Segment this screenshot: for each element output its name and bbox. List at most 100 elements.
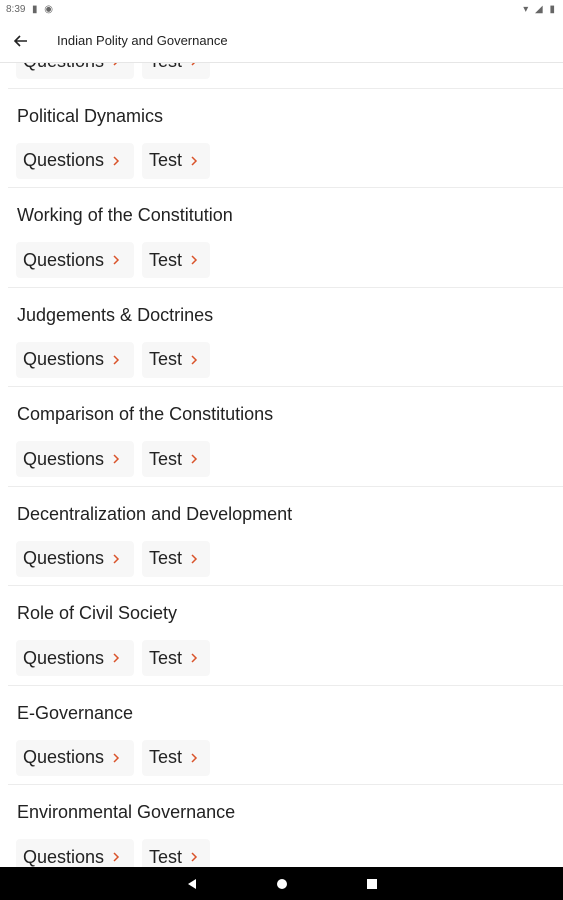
topic-title: Decentralization and Development [17,503,293,524]
chevron-wrap [112,155,120,167]
recents-square-icon [367,879,377,889]
test-label: Test [149,647,183,668]
questions-label: Questions [23,349,105,369]
questions-button[interactable]: Questions [16,839,134,867]
page-title: Indian Polity and Governance [57,33,228,48]
status-left-icons: ▮ ◉ [32,4,55,15]
chevron-right-icon [191,255,198,265]
test-label: Test [149,846,183,867]
test-label: Test [149,747,183,767]
questions-label: Questions [23,448,105,469]
chevron-wrap [112,553,120,565]
chevron-wrap [112,752,120,764]
questions-label: Questions [23,150,105,170]
home-circle-icon [277,879,287,889]
test-button[interactable]: Test [142,640,210,676]
chevron-wrap [112,254,120,266]
topic-item: Working of the Constitution Questions Te… [8,188,563,288]
chevron-right-icon [113,653,120,663]
app-bar: Indian Polity and Governance [0,20,563,63]
test-button[interactable]: Test [142,839,210,867]
questions-button[interactable]: Questions [16,640,134,676]
topic-item: Questions Test [8,63,563,89]
chevron-wrap [190,254,198,266]
nav-back-button[interactable] [182,874,202,894]
questions-button[interactable]: Questions [16,739,134,776]
questions-button[interactable]: Questions [16,341,134,378]
chevron-wrap [190,453,198,465]
topic-item: Comparison of the Constitutions Question… [8,387,563,487]
chevron-right-icon [113,255,120,265]
chevron-right-icon [191,852,198,862]
test-label: Test [149,548,183,568]
topic-title: Working of the Constitution [17,205,233,225]
sim-card-icon: ▮ [32,4,40,15]
chevron-right-icon [113,752,120,763]
chevron-right-icon [113,155,120,166]
chevron-wrap [112,652,120,664]
chevron-right-icon [191,553,198,564]
topic-title: Political Dynamics [17,105,164,126]
questions-button[interactable]: Questions [16,63,134,79]
chevron-wrap [190,63,198,67]
chevron-right-icon [191,63,196,66]
test-label: Test [149,150,183,170]
chevron-right-icon [113,454,120,464]
questions-label: Questions [23,846,105,867]
test-label: Test [149,63,182,72]
chevron-wrap [190,652,198,664]
topic-item: Environmental Governance Questions Test [8,785,563,867]
status-time: 8:39 [6,4,26,15]
test-button[interactable]: Test [142,441,210,477]
questions-label: Questions [23,548,105,568]
test-label: Test [149,448,183,469]
chevron-right-icon [113,354,120,365]
topic-list-container[interactable]: Questions Test Political Dynamics Questi… [0,63,563,867]
chevron-right-icon [113,852,120,862]
questions-button[interactable]: Questions [16,142,134,179]
test-button[interactable]: Test [142,142,210,179]
status-right-icons: ▾ ◢ ▮ [523,4,557,15]
arrow-back-icon [13,35,27,47]
chevron-right-icon [191,752,198,763]
topic-item: E-Governance Questions Test [8,686,563,785]
topic-item: Decentralization and Development Questio… [8,487,563,586]
chevron-wrap [190,155,198,167]
chevron-right-icon [191,354,198,365]
topic-title: Comparison of the Constitutions [17,404,274,424]
back-button[interactable] [8,28,34,54]
test-button[interactable]: Test [142,63,210,79]
questions-button[interactable]: Questions [16,540,134,577]
nav-recents-button[interactable] [362,874,382,894]
topic-title: Role of Civil Society [17,603,178,623]
questions-label: Questions [23,647,105,668]
topic-title: Judgements & Doctrines [17,304,214,325]
wifi-icon: ▾ [523,4,531,15]
test-label: Test [149,349,183,369]
chevron-right-icon [191,155,198,166]
questions-label: Questions [23,249,105,270]
topic-item: Political Dynamics Questions Test [8,89,563,188]
signal-icon: ◢ [535,4,545,15]
chevron-wrap [190,354,198,366]
vpn-icon: ◉ [44,4,56,15]
chevron-wrap [190,851,198,863]
chevron-wrap [190,752,198,764]
test-button[interactable]: Test [142,739,210,776]
nav-home-button[interactable] [272,874,292,894]
back-triangle-icon [188,879,196,889]
questions-button[interactable]: Questions [16,242,134,278]
questions-button[interactable]: Questions [16,441,134,477]
chevron-right-icon [113,63,118,66]
chevron-right-icon [191,653,198,663]
topic-list: Questions Test Political Dynamics Questi… [0,63,563,867]
test-label: Test [149,249,183,270]
topic-item: Role of Civil Society Questions Test [8,586,563,686]
test-button[interactable]: Test [142,341,210,378]
test-button[interactable]: Test [142,242,210,278]
topic-title: Environmental Governance [17,802,236,822]
chevron-wrap [190,553,198,565]
battery-icon: ▮ [549,4,557,15]
topic-title: E-Governance [17,702,134,723]
test-button[interactable]: Test [142,540,210,577]
